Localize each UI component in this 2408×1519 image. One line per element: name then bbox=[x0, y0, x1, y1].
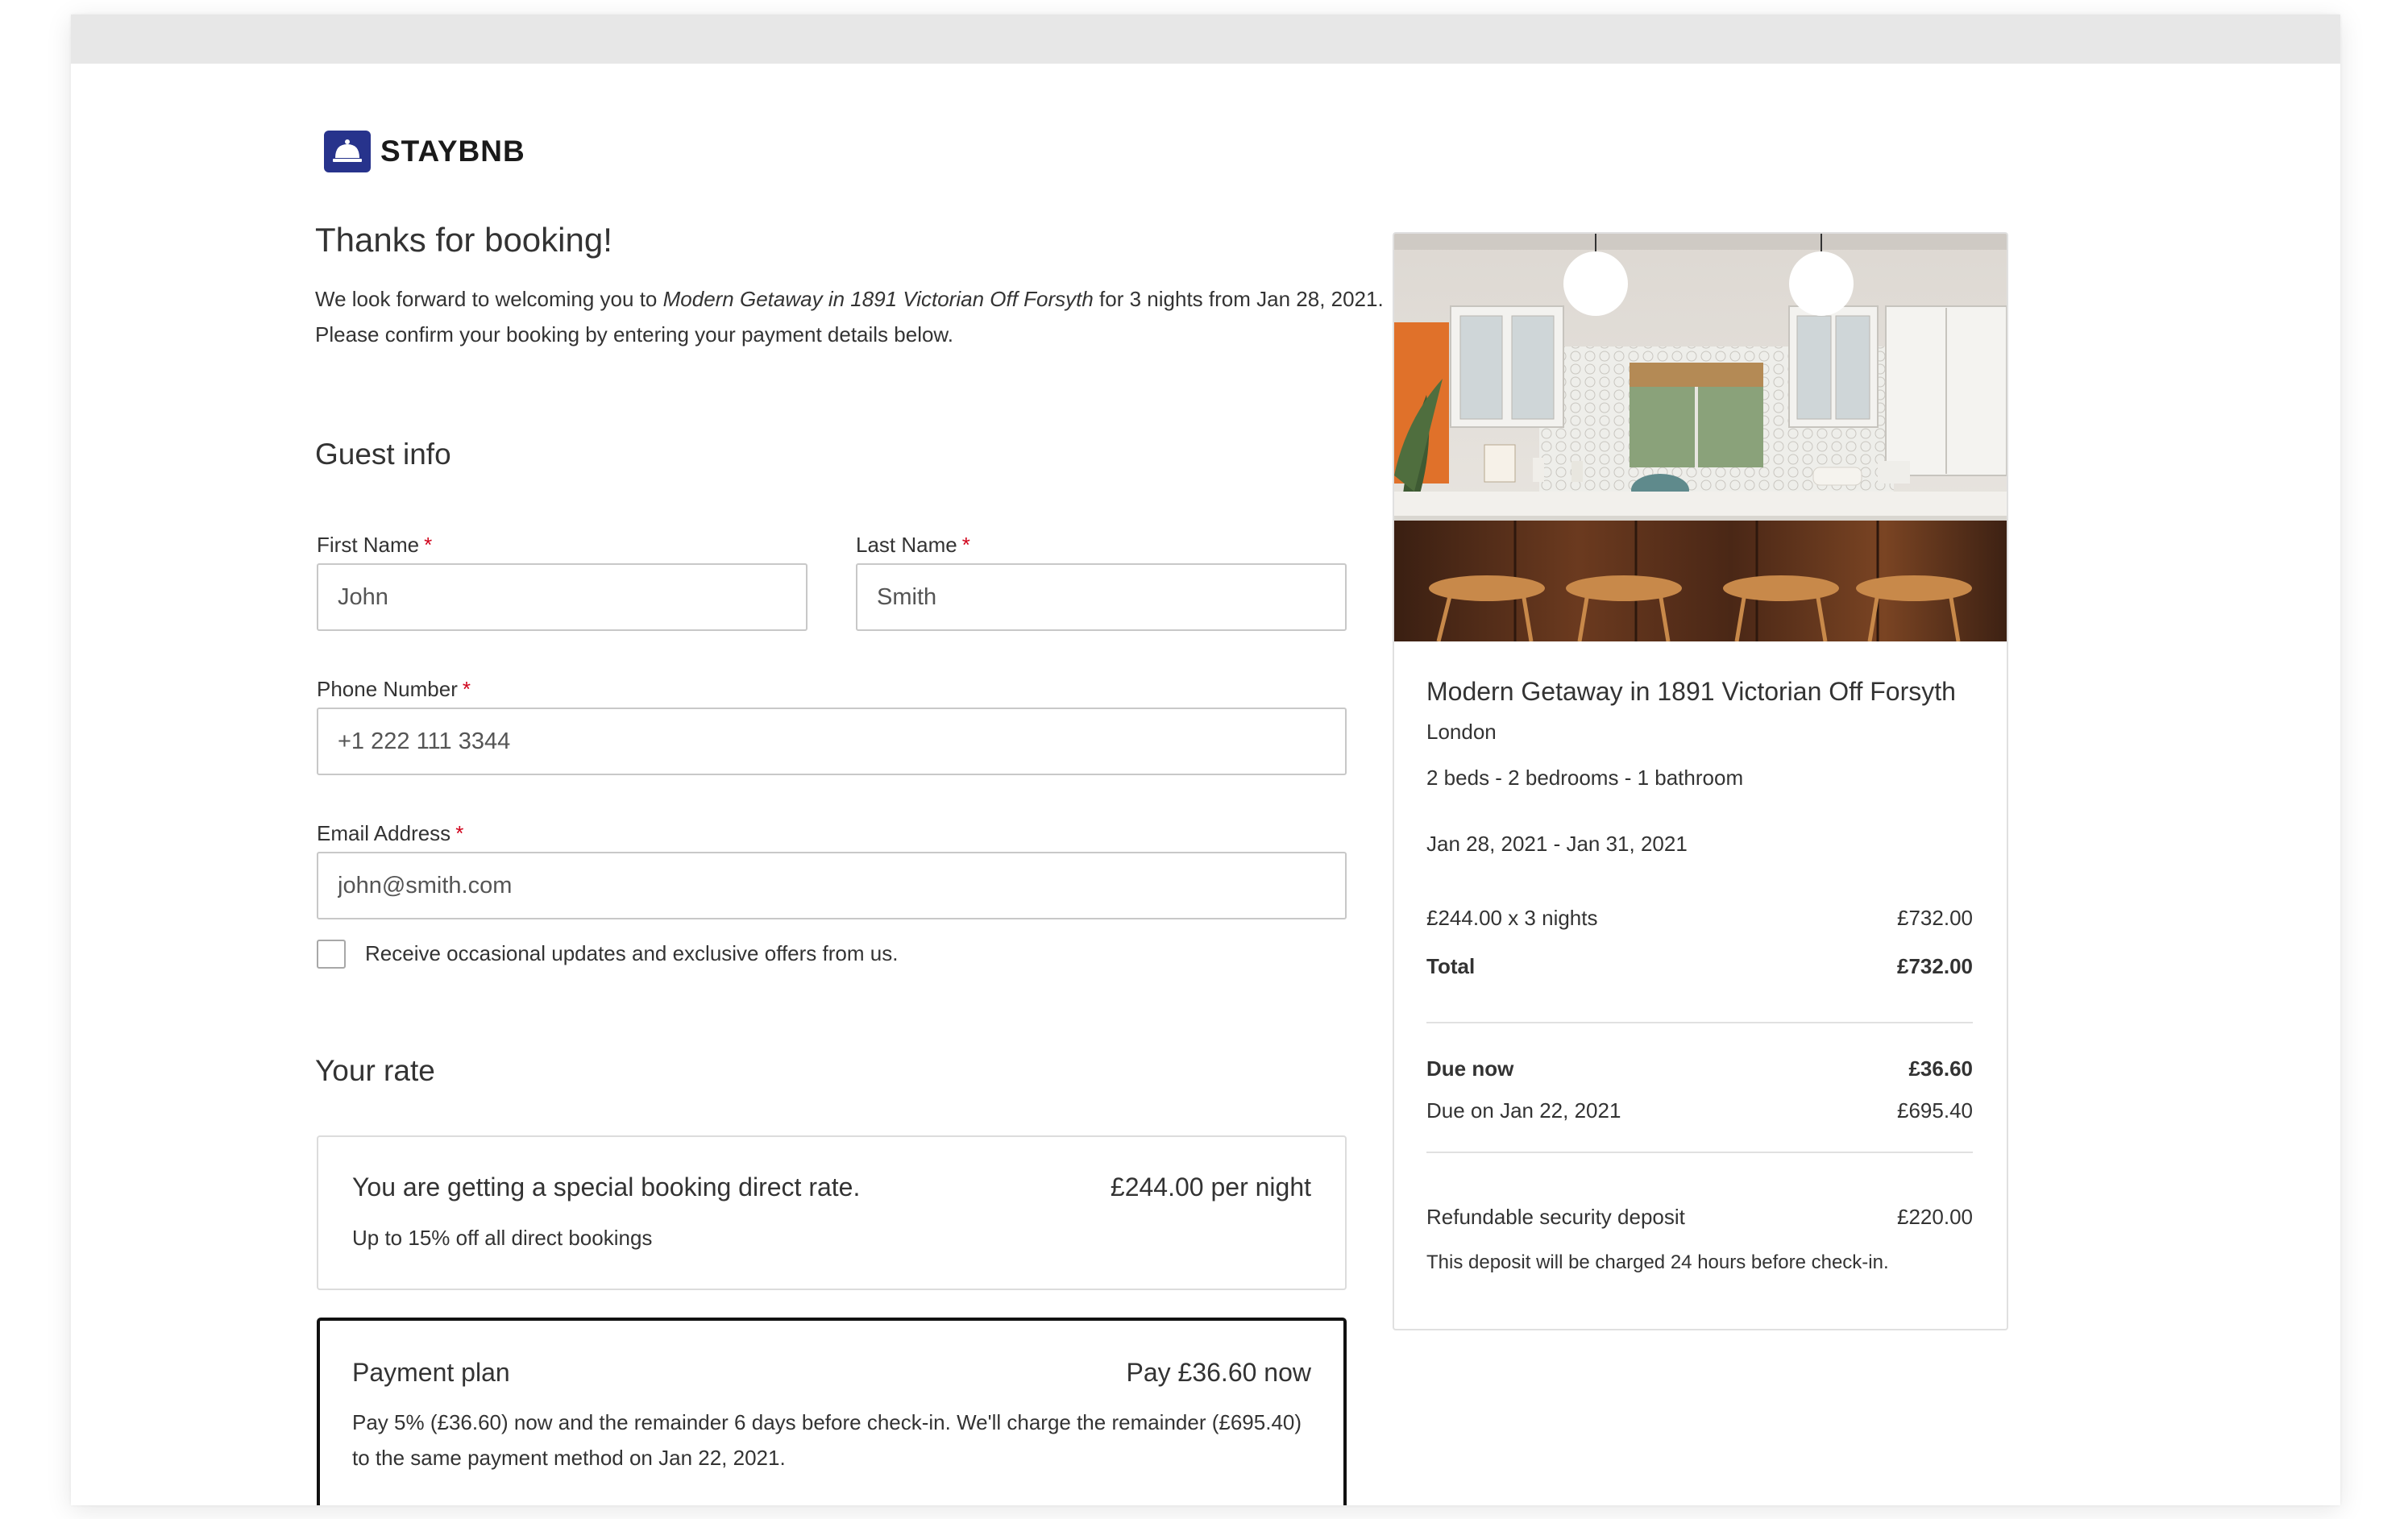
payment-plan-price: Pay £36.60 now bbox=[1126, 1358, 1312, 1387]
email-label-text: Email Address bbox=[317, 821, 451, 845]
first-name-label-text: First Name bbox=[317, 533, 420, 557]
guest-info-heading: Guest info bbox=[315, 438, 451, 471]
last-name-label: Last Name * bbox=[856, 533, 970, 558]
rate-title: You are getting a special booking direct… bbox=[352, 1172, 861, 1202]
summary-divider bbox=[1426, 1152, 1973, 1153]
summary-property-name: Modern Getaway in 1891 Victorian Off For… bbox=[1426, 677, 1956, 706]
booking-summary-card: Modern Getaway in 1891 Victorian Off For… bbox=[1393, 232, 2008, 1330]
intro-before: We look forward to welcoming you to bbox=[315, 287, 663, 311]
last-name-input[interactable] bbox=[856, 563, 1347, 631]
nightly-rate-value: £732.00 bbox=[1897, 906, 1973, 930]
deposit-value: £220.00 bbox=[1897, 1205, 1973, 1229]
updates-checkbox[interactable] bbox=[317, 940, 346, 969]
required-marker: * bbox=[455, 821, 464, 845]
your-rate-heading: Your rate bbox=[315, 1054, 435, 1087]
required-marker: * bbox=[961, 533, 970, 557]
summary-features: 2 beds - 2 bedrooms - 1 bathroom bbox=[1426, 766, 1744, 790]
nightly-rate-label: £244.00 x 3 nights bbox=[1426, 906, 1598, 930]
phone-label-text: Phone Number bbox=[317, 677, 458, 701]
property-photo bbox=[1394, 234, 2007, 641]
due-later-value: £695.40 bbox=[1897, 1098, 1973, 1123]
intro-property-name: Modern Getaway in 1891 Victorian Off For… bbox=[662, 287, 1094, 311]
intro-text: We look forward to welcoming you to Mode… bbox=[315, 281, 1427, 352]
required-marker: * bbox=[424, 533, 433, 557]
last-name-label-text: Last Name bbox=[856, 533, 957, 557]
due-now-value: £36.60 bbox=[1908, 1056, 1973, 1081]
payment-plan-title: Payment plan bbox=[352, 1358, 510, 1387]
total-value: £732.00 bbox=[1897, 954, 1973, 978]
phone-input[interactable] bbox=[317, 708, 1347, 775]
summary-location: London bbox=[1426, 720, 1497, 744]
page-title: Thanks for booking! bbox=[315, 221, 612, 259]
summary-divider bbox=[1426, 1022, 1973, 1023]
window-title-bar bbox=[71, 15, 2340, 64]
payment-plan-option[interactable]: Payment plan Pay £36.60 now Pay 5% (£36.… bbox=[317, 1318, 1347, 1505]
page-content: STAYBNB Thanks for booking! We look forw… bbox=[71, 64, 2340, 1505]
rate-card: You are getting a special booking direct… bbox=[317, 1135, 1347, 1290]
first-name-label: First Name * bbox=[317, 533, 432, 558]
brand-name: STAYBNB bbox=[380, 135, 525, 168]
phone-label: Phone Number * bbox=[317, 677, 471, 702]
due-now-label: Due now bbox=[1426, 1056, 1514, 1081]
bell-icon bbox=[324, 131, 371, 172]
summary-dates: Jan 28, 2021 - Jan 31, 2021 bbox=[1426, 832, 1688, 856]
browser-window: STAYBNB Thanks for booking! We look forw… bbox=[71, 15, 2340, 1505]
email-input[interactable] bbox=[317, 852, 1347, 919]
email-label: Email Address * bbox=[317, 821, 463, 846]
due-later-label: Due on Jan 22, 2021 bbox=[1426, 1098, 1621, 1123]
payment-plan-description: Pay 5% (£36.60) now and the remainder 6 … bbox=[352, 1410, 1302, 1470]
updates-checkbox-label[interactable]: Receive occasional updates and exclusive… bbox=[365, 941, 898, 966]
deposit-note: This deposit will be charged 24 hours be… bbox=[1426, 1251, 1889, 1273]
total-label: Total bbox=[1426, 954, 1476, 978]
deposit-label: Refundable security deposit bbox=[1426, 1205, 1685, 1229]
required-marker: * bbox=[462, 677, 471, 701]
rate-subtitle: Up to 15% off all direct bookings bbox=[352, 1226, 653, 1250]
staybnb-logo[interactable]: STAYBNB bbox=[324, 131, 525, 172]
rate-price: £244.00 per night bbox=[1110, 1172, 1311, 1202]
first-name-input[interactable] bbox=[317, 563, 808, 631]
